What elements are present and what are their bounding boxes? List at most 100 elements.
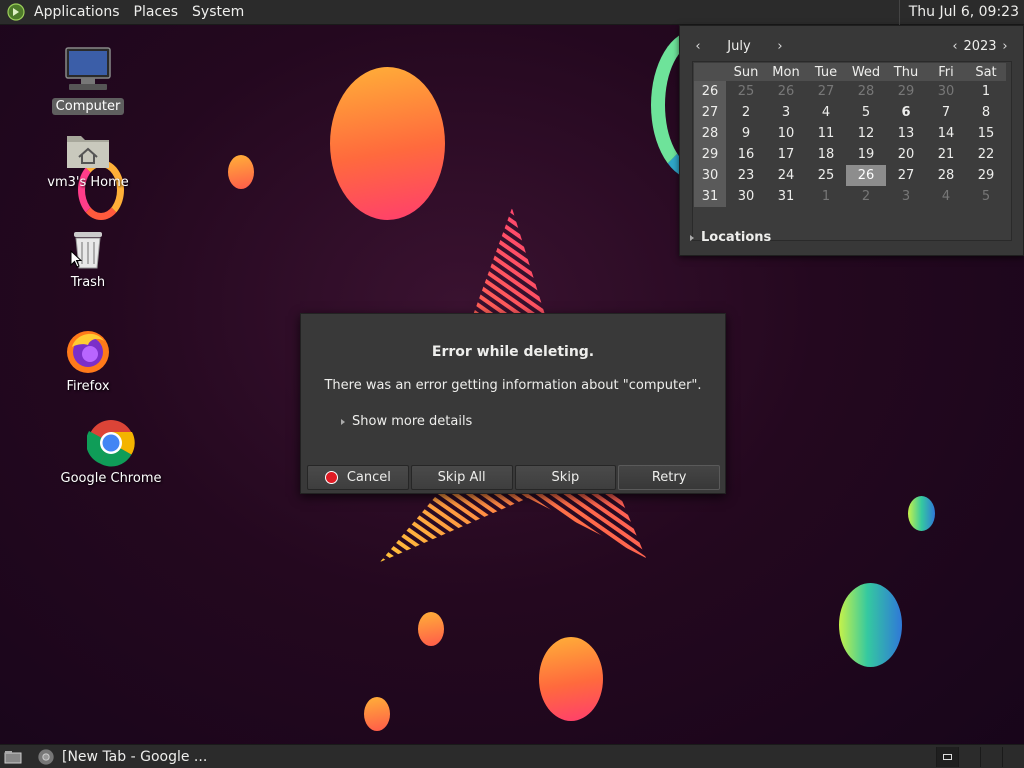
desktop-icon-computer[interactable]: Computer xyxy=(28,44,148,115)
calendar-day[interactable]: 28 xyxy=(846,81,886,102)
week-number: 31 xyxy=(694,186,726,207)
calendar-day[interactable]: 26 xyxy=(846,165,886,186)
workspace-2[interactable] xyxy=(958,747,980,767)
chevron-left-icon[interactable]: ‹ xyxy=(690,39,706,54)
locations-label: Locations xyxy=(701,230,772,245)
calendar-day[interactable]: 21 xyxy=(926,144,966,165)
calendar-day[interactable]: 6 xyxy=(886,102,926,123)
calendar-day[interactable]: 31 xyxy=(766,186,806,207)
calendar-day[interactable]: 7 xyxy=(926,102,966,123)
calendar-grid-box: Sun Mon Tue Wed Thu Fri Sat 26 25 26 27 28 29 30 1 27 2 3… xyxy=(692,61,1012,241)
skip-button[interactable]: Skip xyxy=(514,465,617,490)
places-menu[interactable]: Places xyxy=(127,4,186,20)
month-label: July xyxy=(727,38,751,54)
calendar-day[interactable]: 25 xyxy=(806,165,846,186)
calendar-day[interactable]: 12 xyxy=(846,123,886,144)
firefox-icon xyxy=(62,326,114,376)
desktop-icon-trash[interactable]: Trash xyxy=(28,228,148,291)
calendar-day[interactable]: 1 xyxy=(806,186,846,207)
calendar-day[interactable]: 10 xyxy=(766,123,806,144)
wallpaper-bubble xyxy=(228,155,254,189)
calendar-day[interactable]: 22 xyxy=(966,144,1006,165)
workspace-1[interactable] xyxy=(936,747,958,767)
calendar-day[interactable]: 30 xyxy=(926,81,966,102)
weekday-header: Sat xyxy=(966,63,1006,81)
weekday-header: Tue xyxy=(806,63,846,81)
calendar-day[interactable]: 23 xyxy=(726,165,766,186)
mate-logo-icon[interactable] xyxy=(5,1,27,23)
calendar-day[interactable]: 20 xyxy=(886,144,926,165)
workspace-window-icon xyxy=(943,754,952,760)
calendar-day[interactable]: 30 xyxy=(726,186,766,207)
calendar-day[interactable]: 19 xyxy=(846,144,886,165)
workspace-3[interactable] xyxy=(980,747,1002,767)
calendar-day[interactable]: 27 xyxy=(806,81,846,102)
calendar-day[interactable]: 29 xyxy=(966,165,1006,186)
desktop-icon-home[interactable]: vm3's Home xyxy=(28,128,148,191)
calendar-day[interactable]: 18 xyxy=(806,144,846,165)
mouse-cursor-icon xyxy=(70,250,82,268)
desktop-icon-chrome[interactable]: Google Chrome xyxy=(51,418,171,487)
clock[interactable]: Thu Jul 6, 09:23 xyxy=(898,0,1019,25)
desktop-icon-label: Google Chrome xyxy=(60,471,162,486)
taskbar-item-chrome[interactable]: [New Tab - Google ... xyxy=(38,746,207,768)
weekday-header: Wed xyxy=(846,63,886,81)
chrome-icon xyxy=(38,748,54,765)
calendar-day[interactable]: 4 xyxy=(926,186,966,207)
applications-menu[interactable]: Applications xyxy=(27,4,127,20)
cancel-button[interactable]: Cancel xyxy=(307,465,409,490)
chevron-right-icon[interactable]: › xyxy=(772,39,788,54)
weekday-header: Fri xyxy=(926,63,966,81)
dialog-button-row: Cancel Skip All Skip Retry xyxy=(307,465,720,490)
system-menu[interactable]: System xyxy=(185,4,251,20)
calendar-day[interactable]: 26 xyxy=(766,81,806,102)
calendar-day[interactable]: 14 xyxy=(926,123,966,144)
retry-button[interactable]: Retry xyxy=(618,465,720,490)
calendar-day[interactable]: 25 xyxy=(726,81,766,102)
wallpaper-bubble xyxy=(539,637,603,721)
week-number: 29 xyxy=(694,144,726,165)
dialog-title: Error while deleting. xyxy=(431,344,595,360)
calendar-day[interactable]: 5 xyxy=(846,102,886,123)
weekday-header: Thu xyxy=(886,63,926,81)
calendar-day[interactable]: 28 xyxy=(926,165,966,186)
calendar-day[interactable]: 5 xyxy=(966,186,1006,207)
weekday-header: Mon xyxy=(766,63,806,81)
workspace-4[interactable] xyxy=(1002,747,1024,767)
calendar-day[interactable]: 2 xyxy=(846,186,886,207)
week-number: 27 xyxy=(694,102,726,123)
chevron-right-icon[interactable]: › xyxy=(997,39,1013,54)
chevron-left-icon[interactable]: ‹ xyxy=(947,39,963,54)
locations-expander[interactable]: Locations xyxy=(690,230,771,245)
desktop-icon-label: vm3's Home xyxy=(47,175,129,190)
calendar-day[interactable]: 29 xyxy=(886,81,926,102)
stop-icon xyxy=(324,471,338,484)
chrome-icon xyxy=(85,418,137,468)
calendar-day[interactable]: 16 xyxy=(726,144,766,165)
desktop-icon-firefox[interactable]: Firefox xyxy=(28,326,148,395)
top-panel: Applications Places System Thu Jul 6, 09… xyxy=(0,0,1024,25)
week-number-header xyxy=(694,63,726,81)
calendar-day[interactable]: 2 xyxy=(726,102,766,123)
skip-all-button[interactable]: Skip All xyxy=(410,465,513,490)
calendar-day[interactable]: 24 xyxy=(766,165,806,186)
week-number: 30 xyxy=(694,165,726,186)
show-desktop-icon[interactable] xyxy=(2,747,24,767)
calendar-day[interactable]: 3 xyxy=(766,102,806,123)
calendar-day[interactable]: 9 xyxy=(726,123,766,144)
calendar-day[interactable]: 3 xyxy=(886,186,926,207)
calendar-day[interactable]: 13 xyxy=(886,123,926,144)
calendar-popup: ‹ July › ‹ 2023 › Sun Mon Tue Wed Thu Fri Sat 2… xyxy=(679,25,1024,256)
calendar-day[interactable]: 1 xyxy=(966,81,1006,102)
calendar-day[interactable]: 11 xyxy=(806,123,846,144)
cancel-button-label: Cancel xyxy=(346,470,391,485)
wallpaper-bubble xyxy=(330,67,445,220)
calendar-day[interactable]: 8 xyxy=(966,102,1006,123)
calendar-day[interactable]: 4 xyxy=(806,102,846,123)
show-details-expander[interactable]: Show more details xyxy=(341,414,472,429)
calendar-day[interactable]: 15 xyxy=(966,123,1006,144)
calendar-day[interactable]: 27 xyxy=(886,165,926,186)
desktop-icon-label: Firefox xyxy=(66,379,110,394)
show-details-label: Show more details xyxy=(352,414,473,429)
calendar-day[interactable]: 17 xyxy=(766,144,806,165)
